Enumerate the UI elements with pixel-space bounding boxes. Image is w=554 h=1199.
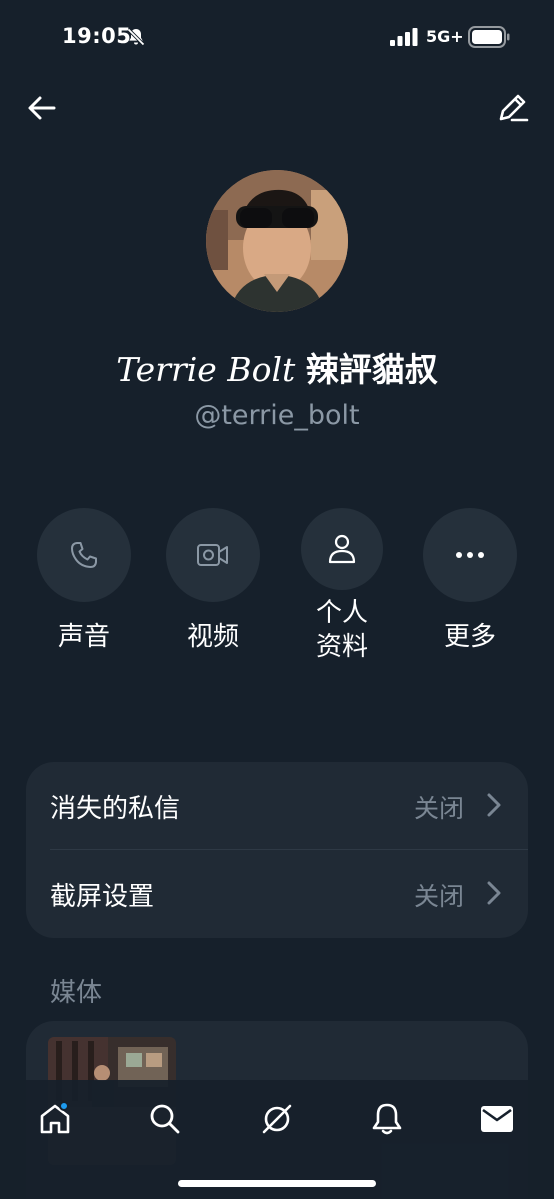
display-name-latin: Terrie Bolt	[116, 350, 296, 389]
profile-info-label-line1: 个人	[315, 598, 368, 628]
tab-notifications[interactable]	[362, 1094, 412, 1144]
profile-info-button[interactable]	[301, 508, 383, 590]
disappearing-messages-title: 消失的私信	[50, 794, 181, 824]
tab-messages[interactable]	[472, 1094, 522, 1144]
video-call-action[interactable]: 视频	[165, 508, 261, 654]
network-label: 5G+	[426, 27, 464, 46]
user-handle: @terrie_bolt	[194, 400, 360, 431]
video-icon	[197, 544, 228, 566]
more-button[interactable]	[423, 508, 517, 602]
edit-profile-button[interactable]	[494, 88, 532, 126]
tab-grok[interactable]	[252, 1094, 302, 1144]
screenshot-settings-row[interactable]: 截屏设置 关闭	[26, 850, 528, 938]
voice-call-label: 声音	[57, 622, 110, 652]
display-name-cjk: 辣評貓叔	[305, 350, 438, 389]
profile-info-label: 个人 资料	[294, 596, 390, 664]
tab-home[interactable]	[30, 1094, 80, 1144]
chevron-right-icon	[487, 881, 501, 905]
more-action[interactable]: 更多	[422, 508, 518, 654]
disappearing-messages-value: 关闭	[413, 794, 464, 823]
chevron-right-icon	[487, 793, 501, 817]
voice-call-button[interactable]	[37, 508, 131, 602]
battery-icon	[468, 26, 510, 48]
video-call-label: 视频	[186, 622, 239, 652]
more-icon	[456, 552, 484, 558]
messages-icon	[481, 1106, 513, 1132]
notifications-icon	[372, 1103, 402, 1135]
more-label: 更多	[443, 622, 496, 652]
status-bar: 19:05 5G+	[0, 0, 554, 76]
avatar-photo	[206, 170, 348, 312]
status-time: 19:05	[62, 24, 132, 48]
media-section-header: 媒体	[50, 978, 103, 1008]
search-icon	[150, 1104, 180, 1134]
display-name: Terrie Bolt 辣評貓叔	[0, 348, 554, 392]
dm-settings-card: 消失的私信 关闭 截屏设置 关闭	[26, 762, 528, 938]
notification-dot	[59, 1101, 69, 1111]
disappearing-messages-row[interactable]: 消失的私信 关闭	[26, 762, 528, 850]
bell-slash-icon	[127, 28, 145, 46]
phone-icon	[71, 542, 97, 568]
video-call-button[interactable]	[166, 508, 260, 602]
home-indicator	[178, 1180, 376, 1187]
back-button[interactable]	[24, 90, 60, 126]
tab-search[interactable]	[140, 1094, 190, 1144]
screenshot-settings-title: 截屏设置	[50, 882, 155, 912]
signal-icon	[390, 28, 418, 46]
profile-info-label-line2: 资料	[315, 632, 368, 662]
voice-call-action[interactable]: 声音	[36, 508, 132, 654]
grok-icon	[262, 1104, 292, 1134]
profile-info-action[interactable]: 个人 资料	[294, 508, 390, 664]
screenshot-settings-value: 关闭	[413, 882, 464, 911]
avatar[interactable]	[206, 170, 348, 312]
person-icon	[328, 534, 356, 564]
